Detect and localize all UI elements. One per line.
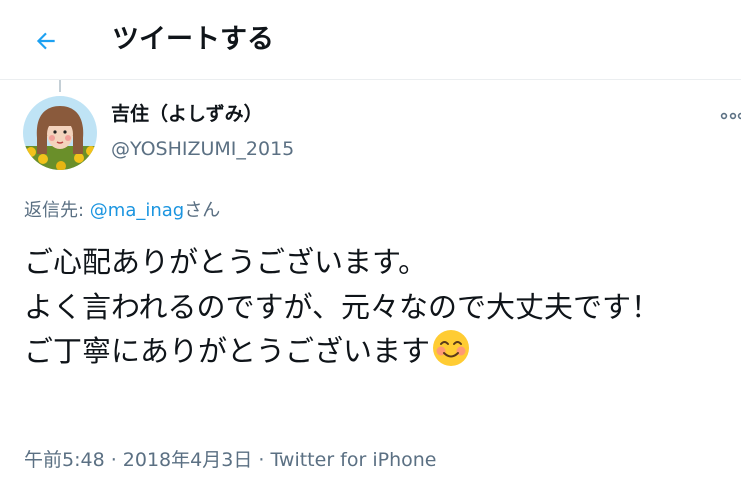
more-options-button[interactable] <box>720 104 741 128</box>
more-dots-icon <box>720 112 741 120</box>
tweet-time[interactable]: 午前5:48 <box>24 449 105 471</box>
author-display-name[interactable]: 吉住（よしずみ） <box>111 101 263 127</box>
arrow-left-icon <box>36 32 55 50</box>
thread-connector-line <box>59 80 61 92</box>
smiling-face-emoji <box>433 330 470 366</box>
tweet-client[interactable]: Twitter for iPhone <box>270 449 436 471</box>
tweet-meta: 午前5:48 · 2018年4月3日 · Twitter for iPhone <box>24 447 436 473</box>
tweet-text: ご心配ありがとうございます。 よく言われるのですが、元々なので大丈夫です！ ご丁… <box>24 240 729 374</box>
back-button[interactable] <box>22 22 70 60</box>
page-header: ツイートする <box>0 0 741 80</box>
meta-separator: · <box>252 449 271 471</box>
meta-separator: · <box>104 449 123 471</box>
reply-to-mention-link[interactable]: @ma_inag <box>90 200 184 221</box>
author-handle[interactable]: @YOSHIZUMI_2015 <box>111 136 294 162</box>
tweet-date[interactable]: 2018年4月3日 <box>123 449 253 471</box>
reply-to-prefix: 返信先: <box>24 200 90 221</box>
tweet-body: ご心配ありがとうございます。 よく言われるのですが、元々なので大丈夫です！ ご丁… <box>24 245 660 368</box>
reply-to-line: 返信先: @ma_inagさん <box>24 198 220 224</box>
page-title: ツイートする <box>112 24 274 55</box>
reply-to-suffix: さん <box>184 200 221 221</box>
avatar[interactable] <box>23 96 97 170</box>
